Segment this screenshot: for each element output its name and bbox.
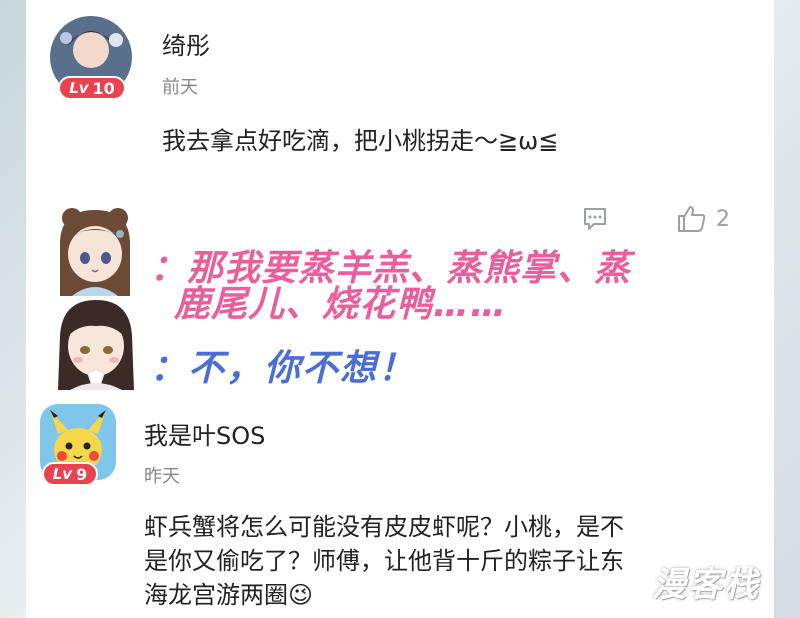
comment-text-line: 海龙宫游两圈 xyxy=(144,581,288,609)
level-badge: Lv 9 xyxy=(42,462,98,486)
comment-text-line: 是你又偷吃了？师傅，让他背十斤的粽子让东 xyxy=(144,547,624,575)
dialogue-blue-line: ：不，你不想！ xyxy=(150,348,417,389)
watermark-logo: 漫客栈 xyxy=(652,565,760,605)
level-number: 10 xyxy=(92,78,115,98)
level-badge: Lv 10 xyxy=(58,76,126,100)
chibi-character-1 xyxy=(50,204,140,296)
chibi-character-2 xyxy=(50,296,142,390)
level-prefix: Lv xyxy=(69,79,89,97)
username[interactable]: 绮彤 xyxy=(162,26,210,61)
username[interactable]: 我是叶SOS xyxy=(144,416,265,451)
like-button[interactable]: 2 xyxy=(676,204,730,234)
thumbs-up-icon xyxy=(678,206,706,232)
chibi-boy-image xyxy=(58,300,134,390)
chibi-girl-image xyxy=(60,208,130,296)
comment-button[interactable] xyxy=(580,204,610,234)
comment-text-line: 海龙宫游两圈😉 xyxy=(144,578,624,612)
level-number: 9 xyxy=(76,464,88,484)
comment-text: 我去拿点好吃滴，把小桃拐走～≧ω≦ xyxy=(162,127,559,155)
comment-card: Lv 10 绮彤 前天 我去拿点好吃滴，把小桃拐走～≧ω≦ 2 ：那我要蒸羊羔、… xyxy=(26,0,774,618)
timestamp: 前天 xyxy=(162,77,198,98)
dialogue-pink-line2: 鹿尾儿、烧花鸭…… xyxy=(174,284,508,325)
level-prefix: Lv xyxy=(52,465,73,483)
wink-emoji-icon: 😉 xyxy=(288,581,314,609)
comment-icon xyxy=(584,208,606,230)
like-count: 2 xyxy=(716,206,730,232)
timestamp: 昨天 xyxy=(144,466,180,487)
comment-text-line: 虾兵蟹将怎么可能没有皮皮虾呢？小桃，是不 xyxy=(144,513,624,541)
comment-text: 虾兵蟹将怎么可能没有皮皮虾呢？小桃，是不 是你又偷吃了？师傅，让他背十斤的粽子让… xyxy=(144,510,624,612)
